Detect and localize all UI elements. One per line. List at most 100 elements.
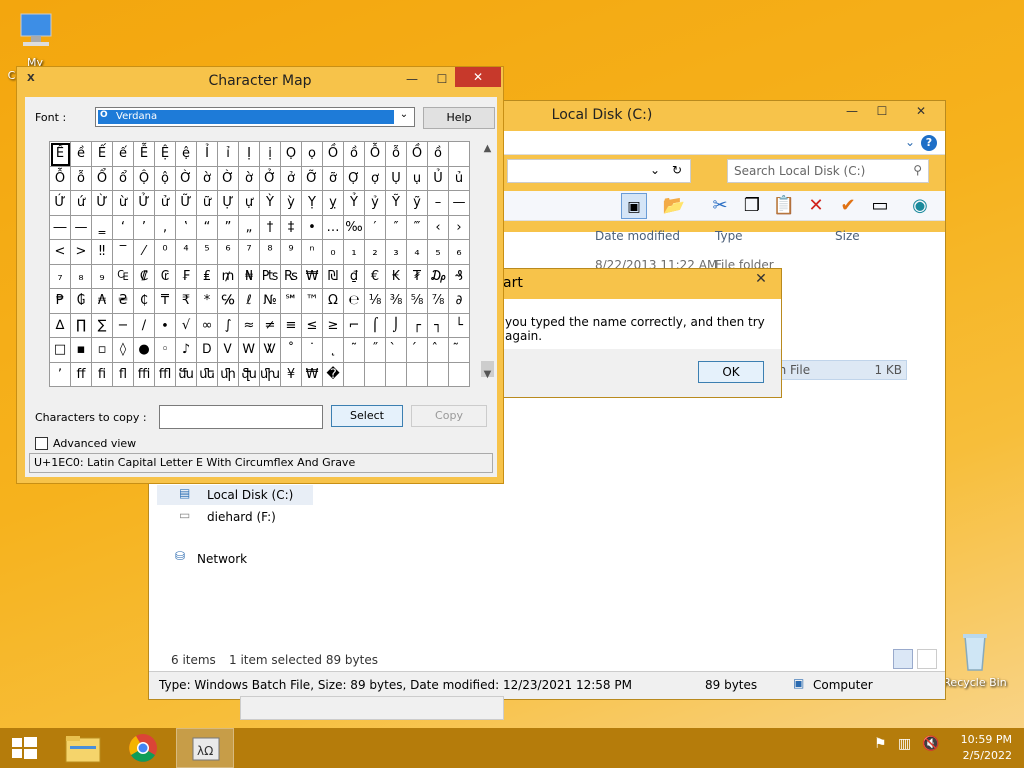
- character-cell[interactable]: ⁶: [218, 240, 239, 265]
- character-cell[interactable]: Ỡ: [302, 166, 323, 191]
- character-cell[interactable]: ‗: [92, 215, 113, 240]
- copy-icon[interactable]: ❐: [739, 193, 765, 219]
- character-cell[interactable]: ′: [365, 215, 386, 240]
- character-cell[interactable]: ∕: [134, 313, 155, 338]
- character-cell[interactable]: ℮: [344, 289, 365, 314]
- character-cell[interactable]: ₄: [407, 240, 428, 265]
- character-cell[interactable]: ▪: [71, 338, 92, 363]
- character-cell[interactable]: ₤: [197, 264, 218, 289]
- character-cell[interactable]: ⁹: [281, 240, 302, 265]
- character-cell[interactable]: Ỹ: [386, 191, 407, 216]
- large-icons-view-button[interactable]: [917, 649, 937, 669]
- character-cell[interactable]: ₣: [176, 264, 197, 289]
- character-cell[interactable]: ∑: [92, 313, 113, 338]
- character-cell[interactable]: �: [323, 362, 344, 387]
- character-cell[interactable]: ⅝: [407, 289, 428, 314]
- character-cell[interactable]: ﬕ: [218, 362, 239, 387]
- character-cell[interactable]: *: [197, 289, 218, 314]
- character-cell[interactable]: ˙: [302, 338, 323, 363]
- character-cell[interactable]: ┐: [428, 313, 449, 338]
- character-cell[interactable]: Ợ: [344, 166, 365, 191]
- character-cell[interactable]: ≡: [281, 313, 302, 338]
- character-cell[interactable]: ₴: [113, 289, 134, 314]
- character-cell[interactable]: [407, 362, 428, 387]
- character-cell[interactable]: ›: [449, 215, 470, 240]
- character-cell[interactable]: ◦: [155, 338, 176, 363]
- character-cell[interactable]: ỷ: [365, 191, 386, 216]
- character-cell[interactable]: ¥: [281, 362, 302, 387]
- character-cell[interactable]: ≠: [260, 313, 281, 338]
- action-center-icon[interactable]: ⚑: [874, 736, 887, 752]
- character-cell[interactable]: ≥: [323, 313, 344, 338]
- character-cell[interactable]: Ꮩ: [218, 338, 239, 363]
- character-cell[interactable]: ‴: [407, 215, 428, 240]
- character-cell[interactable]: ́: [407, 338, 428, 363]
- character-cell[interactable]: ‡: [281, 215, 302, 240]
- character-cell[interactable]: Ị: [239, 142, 260, 167]
- character-cell[interactable]: [428, 362, 449, 387]
- character-cell[interactable]: ₭: [386, 264, 407, 289]
- character-cell[interactable]: Ọ: [281, 142, 302, 167]
- character-cell[interactable]: Ề: [50, 142, 71, 167]
- character-cell[interactable]: ʼ: [50, 362, 71, 387]
- character-cell[interactable]: Ꭰ: [197, 338, 218, 363]
- character-cell[interactable]: ổ: [113, 166, 134, 191]
- character-cell[interactable]: “: [197, 215, 218, 240]
- character-cell[interactable]: ﬔ: [197, 362, 218, 387]
- character-cell[interactable]: —: [449, 191, 470, 216]
- address-bar[interactable]: ⌄ ↻: [507, 159, 691, 183]
- character-cell[interactable]: ₱: [50, 289, 71, 314]
- selected-file-row[interactable]: ch File 1 KB: [761, 360, 907, 380]
- character-cell[interactable]: Ꮤ: [260, 338, 281, 363]
- character-cell[interactable]: ứ: [71, 191, 92, 216]
- character-cell[interactable]: ˝: [365, 338, 386, 363]
- character-cell[interactable]: Ứ: [50, 191, 71, 216]
- maximize-button[interactable]: ☐: [427, 69, 457, 89]
- select-button[interactable]: Select: [331, 405, 403, 427]
- character-cell[interactable]: ●: [134, 338, 155, 363]
- nav-item-network[interactable]: ⛁ Network: [157, 549, 313, 569]
- taskbar-chrome[interactable]: [114, 728, 172, 768]
- character-cell[interactable]: ﬃ: [134, 362, 155, 387]
- character-cell[interactable]: [365, 362, 386, 387]
- character-cell[interactable]: ₉: [92, 264, 113, 289]
- character-cell[interactable]: Ω: [323, 289, 344, 314]
- vertical-scrollbar[interactable]: ▲ ▼: [479, 141, 496, 387]
- character-cell[interactable]: Ồ: [323, 142, 344, 167]
- chevron-down-icon[interactable]: ⌄: [905, 135, 915, 149]
- character-cell[interactable]: ₇: [50, 264, 71, 289]
- advanced-view-checkbox[interactable]: [35, 437, 48, 450]
- character-cell[interactable]: ờ: [197, 166, 218, 191]
- character-cell[interactable]: ﬓ: [176, 362, 197, 387]
- character-cell[interactable]: ị: [260, 142, 281, 167]
- character-cell[interactable]: ﬄ: [155, 362, 176, 387]
- character-cell[interactable]: ế: [113, 142, 134, 167]
- character-cell[interactable]: ﬖ: [239, 362, 260, 387]
- character-cell[interactable]: ỉ: [218, 142, 239, 167]
- character-cell[interactable]: ₩: [302, 362, 323, 387]
- character-cell[interactable]: ₩: [302, 264, 323, 289]
- character-cell[interactable]: ⁄: [134, 240, 155, 265]
- character-cell[interactable]: ⁵: [197, 240, 218, 265]
- character-cell[interactable]: ’: [134, 215, 155, 240]
- column-header[interactable]: Size: [835, 229, 860, 243]
- character-cell[interactable]: ₮: [407, 264, 428, 289]
- start-button[interactable]: [0, 728, 58, 768]
- character-cell[interactable]: ∞: [197, 313, 218, 338]
- copy-button[interactable]: Copy: [411, 405, 487, 427]
- character-cell[interactable]: ₠: [113, 264, 134, 289]
- nav-item-local-disk[interactable]: ▤ Local Disk (C:): [157, 485, 313, 505]
- character-cell[interactable]: [449, 362, 470, 387]
- clock[interactable]: 10:59 PM 2/5/2022: [961, 732, 1012, 764]
- character-cell[interactable]: Ờ: [218, 166, 239, 191]
- character-cell[interactable]: ề: [71, 142, 92, 167]
- character-cell[interactable]: ⁴: [176, 240, 197, 265]
- character-cell[interactable]: ụ: [407, 166, 428, 191]
- character-cell[interactable]: └: [449, 313, 470, 338]
- details-view-button[interactable]: [893, 649, 913, 669]
- character-cell[interactable]: ₲: [71, 289, 92, 314]
- character-cell[interactable]: ₁: [344, 240, 365, 265]
- character-cell[interactable]: ự: [239, 191, 260, 216]
- rename-icon[interactable]: ▭: [867, 193, 893, 219]
- character-cell[interactable]: ộ: [155, 166, 176, 191]
